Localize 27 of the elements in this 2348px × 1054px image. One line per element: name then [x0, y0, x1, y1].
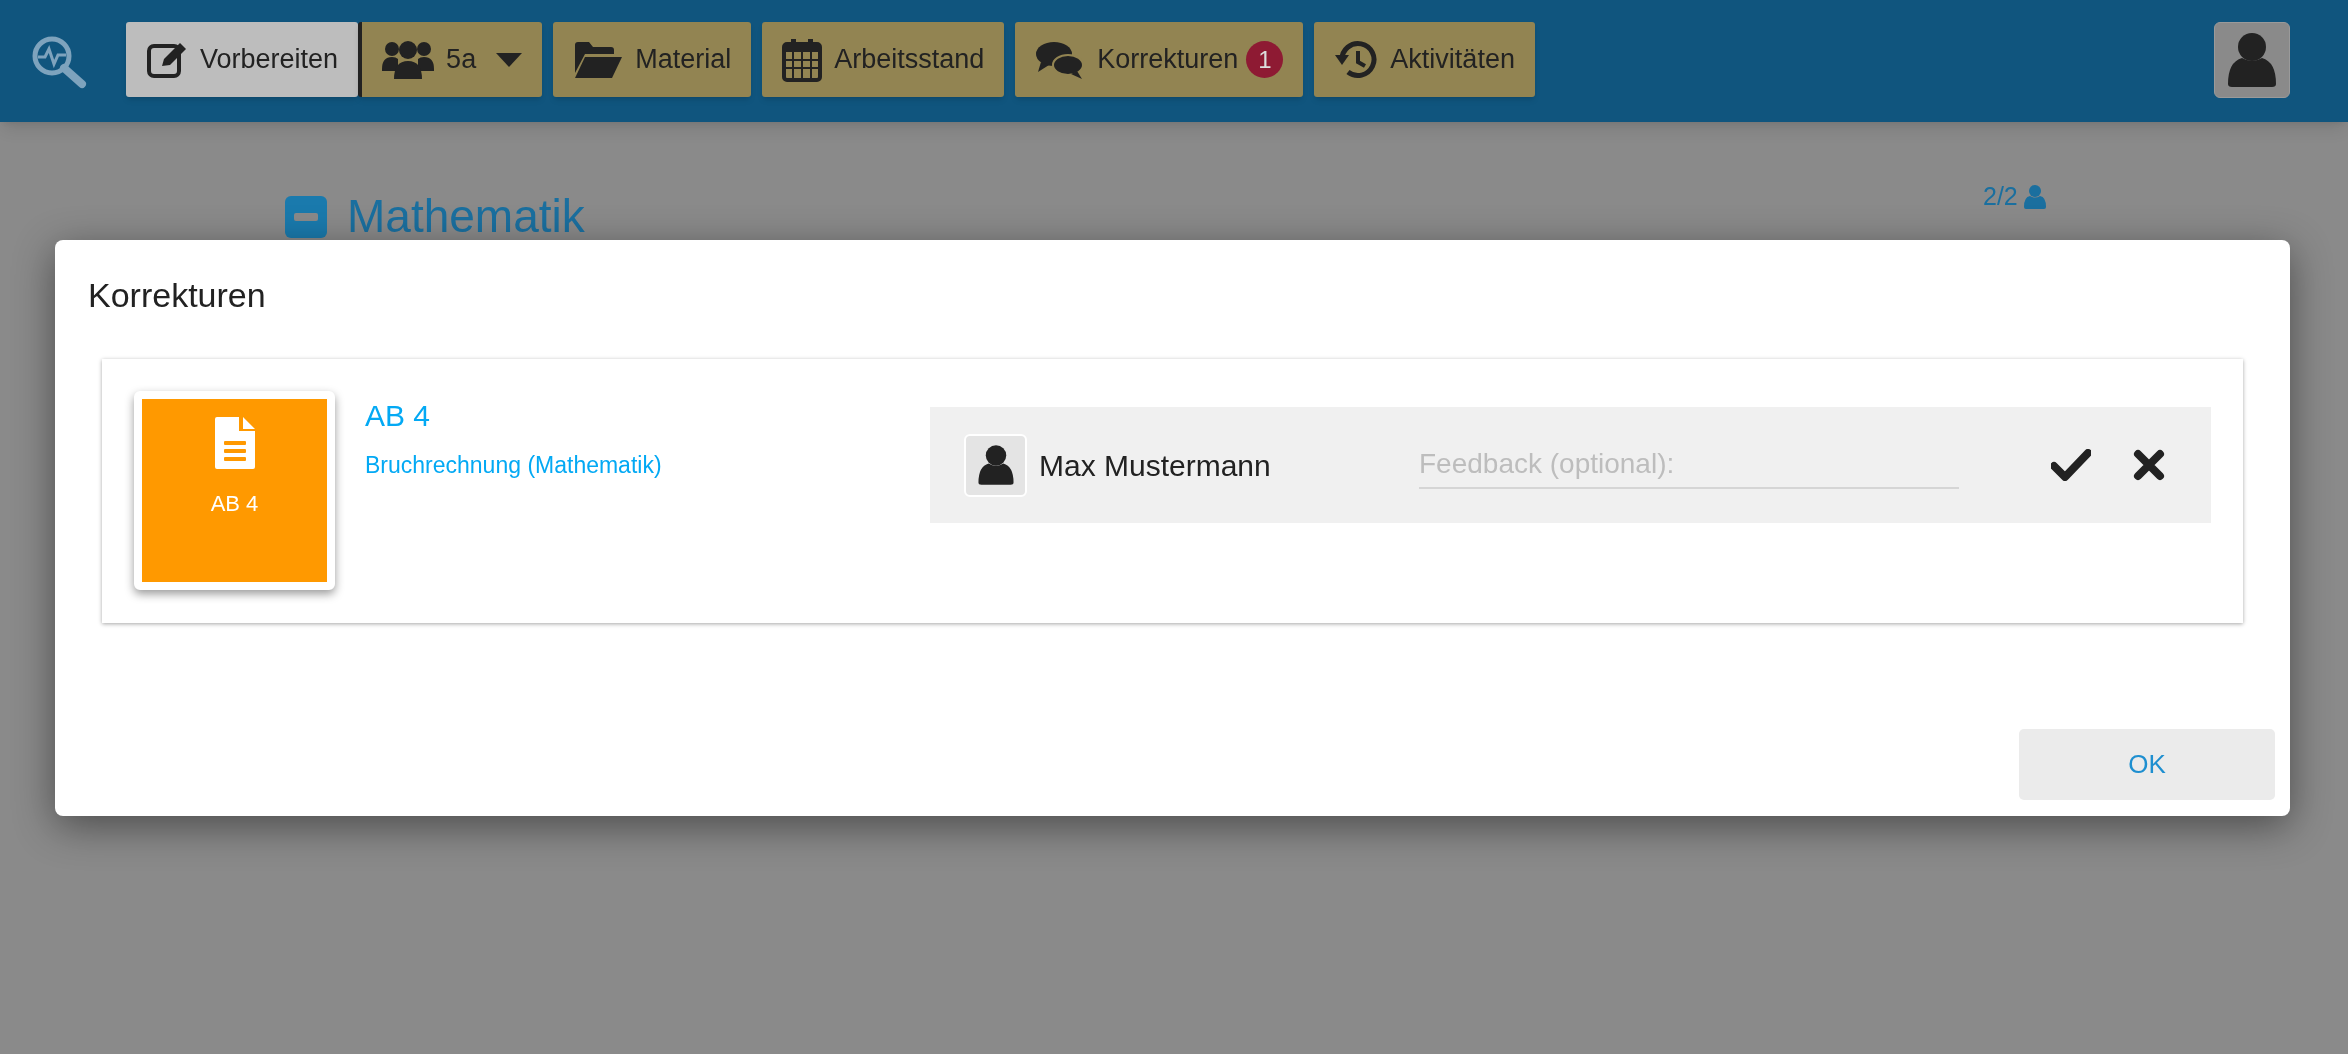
student-name: Max Mustermann: [1039, 447, 1272, 484]
subject-heading: Mathematik: [347, 189, 585, 244]
document-icon: [214, 417, 255, 469]
dialog-title: Korrekturen: [88, 275, 267, 316]
calendar-icon: [782, 37, 823, 82]
caret-icon: [496, 52, 523, 67]
group-icon: [382, 38, 435, 81]
user-icon: [976, 443, 1015, 487]
assignment-title[interactable]: AB 4: [365, 393, 431, 438]
nav-tab[interactable]: Material: [553, 22, 752, 97]
nav-tab[interactable]: Aktivitäten: [1314, 22, 1535, 97]
folder-icon: [573, 40, 624, 79]
close-icon: [2133, 449, 2165, 481]
check-icon: [2051, 449, 2091, 481]
thumbnail-label: AB 4: [210, 490, 259, 518]
user-icon: [2226, 32, 2278, 88]
nav-tab[interactable]: 5a: [358, 22, 543, 97]
person-icon: [2023, 184, 2046, 209]
user-avatar-button[interactable]: [2214, 22, 2290, 98]
ok-button[interactable]: OK: [2019, 729, 2275, 800]
nav-tab[interactable]: Arbeitsstand: [762, 22, 1005, 97]
nav-tab[interactable]: Korrekturen 1: [1015, 22, 1304, 97]
nav-tab[interactable]: Vorbereiten: [126, 22, 359, 97]
notification-badge: 1: [1246, 41, 1284, 78]
student-count: 2/2: [1983, 181, 2018, 212]
assignment-subtitle: Bruchrechnung (Mathematik): [365, 451, 662, 480]
history-icon: [1334, 38, 1379, 81]
